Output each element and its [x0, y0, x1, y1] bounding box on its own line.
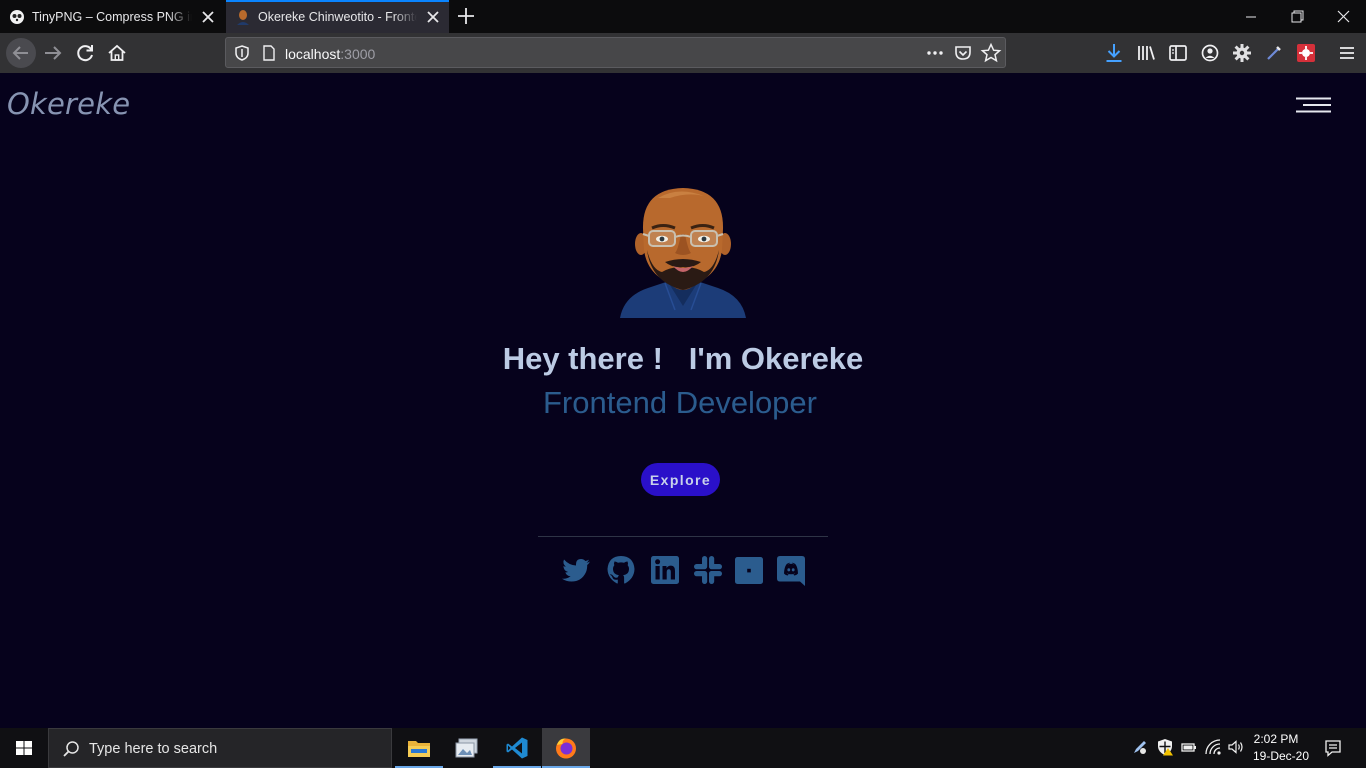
taskbar-search[interactable]: Type here to search	[48, 728, 392, 768]
reload-icon[interactable]	[73, 41, 97, 65]
new-tab-icon[interactable]	[455, 5, 477, 27]
hero-headline: Hey there ! I'm Okereke	[502, 341, 864, 376]
linkedin-icon[interactable]	[648, 553, 682, 587]
clock-time[interactable]: 2:02 PM	[1250, 732, 1302, 746]
downloads-icon[interactable]	[1102, 41, 1126, 65]
taskbar-app-image-viewer[interactable]	[443, 728, 491, 768]
account-icon[interactable]	[1198, 41, 1222, 65]
windows-taskbar: Type here to search 2:02 PM 19-Dec-20	[0, 728, 1366, 768]
home-icon[interactable]	[105, 41, 129, 65]
github-icon[interactable]	[604, 553, 638, 587]
hero-subtitle: Frontend Developer	[543, 385, 817, 420]
avatar	[620, 188, 746, 318]
firefox-icon	[556, 738, 576, 759]
tray-security-warning-icon[interactable]	[1156, 738, 1174, 756]
generic-app-icon[interactable]	[732, 553, 766, 587]
url-host: localhost	[285, 46, 341, 62]
browser-tab-strip: TinyPNG – Compress PNG images Okereke Ch…	[0, 0, 1366, 33]
close-window-icon[interactable]	[1320, 0, 1366, 33]
menu-hamburger-icon[interactable]	[1335, 41, 1359, 65]
tinypng-panda-icon	[10, 9, 24, 24]
address-bar[interactable]: localhost:3000	[225, 37, 1006, 68]
volume-icon[interactable]	[1227, 738, 1245, 756]
page-info-icon[interactable]	[261, 44, 277, 62]
page-actions-icon[interactable]	[925, 44, 945, 62]
vscode-icon	[506, 737, 528, 759]
discord-icon[interactable]	[774, 553, 808, 587]
nav-menu-icon[interactable]	[1295, 97, 1332, 113]
back-button[interactable]	[6, 38, 36, 68]
clock-date[interactable]: 19-Dec-20	[1250, 749, 1312, 763]
library-icon[interactable]	[1134, 41, 1158, 65]
tab-title: TinyPNG – Compress PNG images	[32, 9, 192, 24]
windows-start-icon[interactable]	[0, 728, 48, 768]
bookmark-star-icon[interactable]	[980, 42, 1002, 64]
search-icon	[63, 741, 79, 757]
taskbar-app-firefox[interactable]	[542, 728, 590, 768]
url-text: localhost:3000	[285, 46, 375, 62]
tab-portfolio[interactable]: Okereke Chinweotito - Frontend Developer	[226, 0, 449, 33]
taskbar-app-vscode[interactable]	[493, 728, 541, 768]
taskbar-app-file-explorer[interactable]	[395, 728, 443, 768]
search-placeholder: Type here to search	[89, 741, 218, 757]
close-tab-icon[interactable]	[198, 7, 218, 27]
pocket-icon[interactable]	[953, 43, 973, 63]
explore-button[interactable]: Explore	[641, 463, 720, 496]
restore-window-icon[interactable]	[1274, 0, 1320, 33]
notifications-icon[interactable]	[1324, 739, 1342, 757]
extension-gear-icon[interactable]	[1230, 41, 1254, 65]
url-port: :3000	[340, 46, 376, 62]
battery-icon[interactable]	[1180, 738, 1198, 756]
tab-tinypng[interactable]: TinyPNG – Compress PNG images	[0, 0, 224, 33]
portfolio-page: Okereke Hey there ! I'm Okereke Frontend…	[0, 73, 1366, 728]
minimize-window-icon[interactable]	[1228, 0, 1274, 33]
image-viewer-icon	[455, 738, 478, 758]
tray-pen-icon[interactable]	[1131, 738, 1149, 756]
forward-arrow-icon[interactable]	[41, 41, 65, 65]
brand-logo[interactable]: Okereke	[7, 87, 130, 121]
browser-navbar: localhost:3000	[0, 33, 1366, 73]
tab-title: Okereke Chinweotito - Frontend Developer	[258, 9, 417, 24]
file-explorer-icon	[408, 741, 430, 757]
close-tab-icon[interactable]	[423, 7, 443, 27]
back-arrow-icon	[12, 46, 28, 60]
slack-icon[interactable]	[691, 553, 725, 587]
divider	[538, 536, 828, 537]
tracking-shield-icon[interactable]	[233, 44, 251, 62]
twitter-icon[interactable]	[559, 553, 593, 587]
sidebar-icon[interactable]	[1166, 41, 1190, 65]
extension-eyedropper-icon[interactable]	[1262, 41, 1286, 65]
extension-devtools-icon[interactable]	[1294, 41, 1318, 65]
avatar-favicon-icon	[237, 9, 249, 25]
wifi-icon[interactable]	[1204, 738, 1222, 756]
